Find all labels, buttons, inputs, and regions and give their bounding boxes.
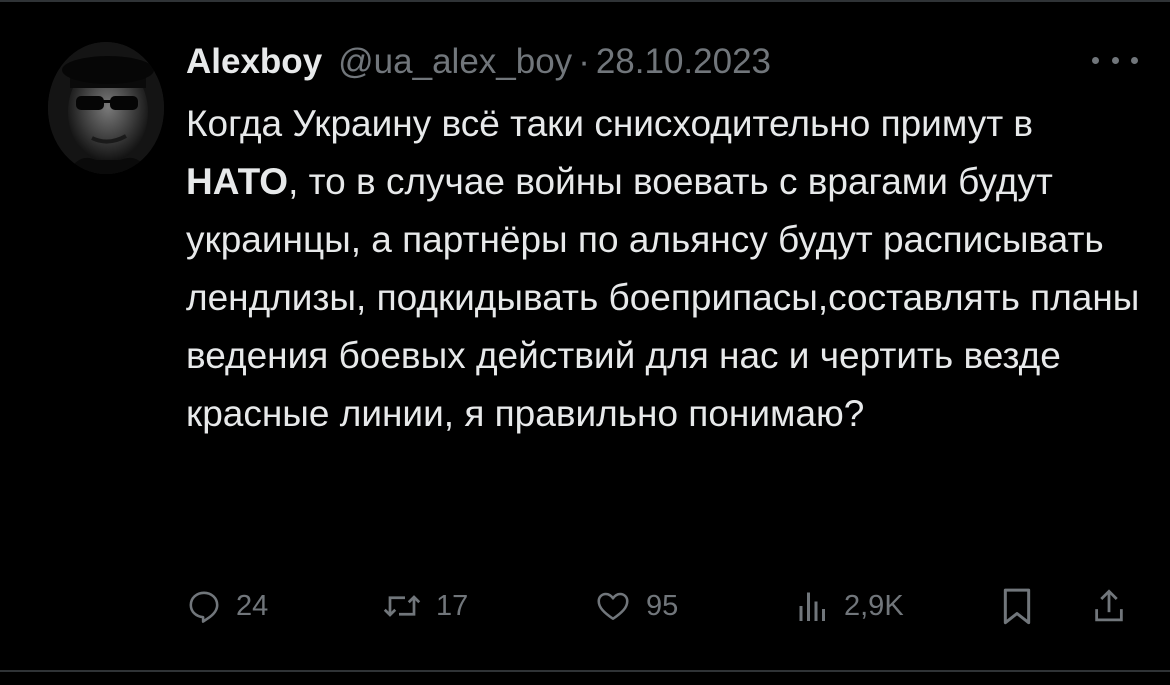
repost-button[interactable]: 17 [382, 582, 468, 630]
views-count: 2,9K [844, 589, 904, 622]
display-name[interactable]: Alexboy [186, 42, 322, 82]
tweet-text: Когда Украину всё таки снисходительно пр… [186, 95, 1151, 443]
top-divider [0, 0, 1170, 2]
avatar[interactable] [48, 42, 164, 174]
tweet-date[interactable]: 28.10.2023 [596, 42, 771, 82]
action-bar: 24 17 95 2,9K [186, 582, 1136, 630]
like-button[interactable]: 95 [594, 582, 678, 630]
more-options-button[interactable] [1092, 50, 1138, 70]
reply-button[interactable]: 24 [186, 582, 268, 630]
views-chart-icon [799, 592, 825, 621]
separator-dot: · [578, 42, 590, 81]
tweet-text-part: , то в случае войны воевать с врагами бу… [186, 161, 1140, 434]
more-dot [1111, 56, 1119, 64]
reply-count: 24 [236, 589, 269, 622]
tweet-text-bold: НАТО [186, 161, 289, 202]
reply-icon [189, 591, 219, 623]
user-handle[interactable]: @ua_alex_boy [338, 42, 572, 82]
like-count: 95 [646, 589, 679, 622]
repost-icon [383, 595, 421, 617]
avatar-photo [48, 42, 164, 174]
views-button[interactable]: 2,9K [796, 582, 904, 630]
more-dot [1092, 56, 1099, 64]
tweet-header: Alexboy @ua_alex_boy · 28.10.2023 [186, 38, 771, 86]
heart-icon [597, 592, 629, 621]
more-dot [1131, 56, 1138, 64]
share-button[interactable] [1092, 582, 1126, 630]
share-icon [1095, 589, 1123, 622]
bookmark-icon [1003, 588, 1031, 625]
bottom-divider [0, 670, 1170, 672]
repost-count: 17 [436, 589, 469, 622]
tweet-text-part: Когда Украину всё таки снисходительно пр… [186, 103, 1034, 144]
bookmark-button[interactable] [1000, 582, 1034, 630]
